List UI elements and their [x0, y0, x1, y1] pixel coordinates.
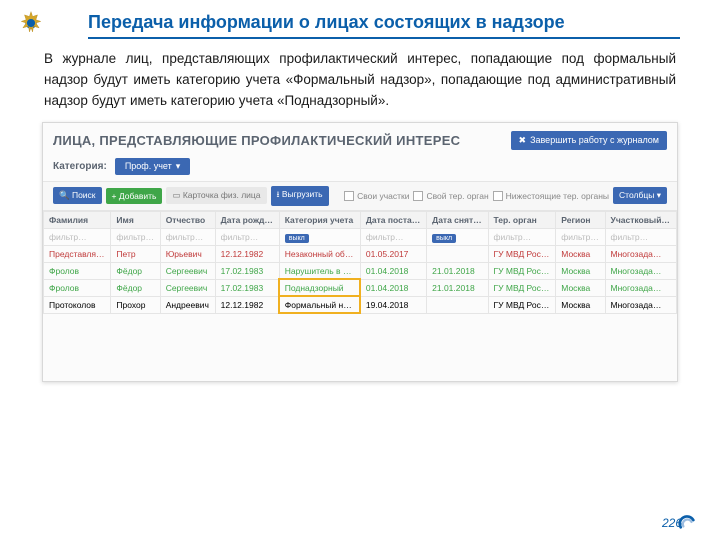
table-cell: 12.12.1982 [215, 245, 279, 262]
table-cell: Многозада… [605, 262, 676, 279]
data-table: ФамилияИмяОтчествоДата рожд…Категория уч… [43, 211, 677, 314]
table-row[interactable]: Представля…ПетрЮрьевич12.12.1982Незаконн… [44, 245, 677, 262]
filter-cell[interactable]: фильтр… [111, 228, 160, 245]
table-cell: 01.04.2018 [360, 279, 426, 296]
close-icon: ✖ [519, 135, 527, 146]
table-cell: Фролов [44, 279, 111, 296]
chevron-down-icon: ▾ [657, 190, 661, 200]
search-button[interactable]: 🔍 Поиск [53, 187, 102, 204]
slide-paragraph: В журнале лиц, представляющих профилакти… [44, 49, 676, 112]
filter-toggle[interactable]: выкл [285, 234, 309, 243]
filter-cell[interactable]: фильтр… [556, 228, 605, 245]
table-cell: 01.04.2018 [360, 262, 426, 279]
table-header-cell[interactable]: Имя [111, 211, 160, 228]
download-icon: ⭳ [277, 189, 280, 199]
table-cell: Прохор [111, 296, 160, 313]
own-areas-checkbox[interactable]: Свои участки [344, 191, 409, 201]
filter-cell[interactable]: фильтр… [360, 228, 426, 245]
table-cell: Москва [556, 262, 605, 279]
filter-cell[interactable]: фильтр… [215, 228, 279, 245]
filter-toggle[interactable]: выкл [432, 234, 456, 243]
card-button[interactable]: ▭ Карточка физ. лица [166, 187, 266, 204]
table-header-cell[interactable]: Регион [556, 211, 605, 228]
table-cell: Андреевич [160, 296, 215, 313]
table-row[interactable]: ФроловФёдорСергеевич17.02.1983Нарушитель… [44, 262, 677, 279]
filter-cell[interactable]: выкл [279, 228, 360, 245]
table-cell: ГУ МВД Рос… [488, 279, 556, 296]
card-icon: ▭ [172, 190, 180, 200]
table-header-row: ФамилияИмяОтчествоДата рожд…Категория уч… [44, 211, 677, 228]
table-cell: Многозада… [605, 296, 676, 313]
table-cell: 17.02.1983 [215, 279, 279, 296]
table-cell: 12.12.1982 [215, 296, 279, 313]
filter-cell[interactable]: фильтр… [44, 228, 111, 245]
table-cell: Фёдор [111, 279, 160, 296]
table-cell [427, 245, 488, 262]
table-header-cell[interactable]: Дата поста… [360, 211, 426, 228]
table-cell: 21.01.2018 [427, 262, 488, 279]
table-cell: Сергеевич [160, 262, 215, 279]
table-header-cell[interactable]: Дата рожд… [215, 211, 279, 228]
table-cell: 21.01.2018 [427, 279, 488, 296]
sub-orgs-checkbox[interactable]: Нижестоящие тер. органы [493, 191, 609, 201]
table-cell: ГУ МВД Рос… [488, 296, 556, 313]
close-journal-label: Завершить работу с журналом [530, 135, 659, 145]
own-org-checkbox[interactable]: Свой тер. орган [413, 191, 488, 201]
columns-button[interactable]: Столбцы ▾ [613, 187, 667, 204]
table-cell: Нарушитель в сфере семейно-бытовых отн… [279, 262, 360, 279]
table-cell: Фёдор [111, 262, 160, 279]
table-cell: Поднадзорный [279, 279, 360, 296]
category-label: Категория: [53, 161, 107, 172]
table-cell: Сергеевич [160, 279, 215, 296]
slide-title: Передача информации о лицах состоящих в … [88, 12, 680, 39]
table-header-cell[interactable]: Фамилия [44, 211, 111, 228]
table-cell: Многозада… [605, 245, 676, 262]
chevron-down-icon: ▾ [176, 161, 181, 172]
filter-cell[interactable]: фильтр… [488, 228, 556, 245]
table-header-cell[interactable]: Дата снят… [427, 211, 488, 228]
table-header-cell[interactable]: Категория учета [279, 211, 360, 228]
table-cell: Петр [111, 245, 160, 262]
page-number: 226 [662, 516, 682, 530]
table-cell: 19.04.2018 [360, 296, 426, 313]
table-row[interactable]: ПротоколовПрохорАндреевич12.12.1982Форма… [44, 296, 677, 313]
table-cell: Многозада… [605, 279, 676, 296]
table-header-cell[interactable]: Отчество [160, 211, 215, 228]
export-button[interactable]: ⭳ Выгрузить [271, 186, 329, 206]
table-cell: Представля… [44, 245, 111, 262]
table-cell: Юрьевич [160, 245, 215, 262]
app-window: ЛИЦА, ПРЕДСТАВЛЯЮЩИЕ ПРОФИЛАКТИЧЕСКИЙ ИН… [42, 122, 678, 382]
table-cell: Москва [556, 296, 605, 313]
table-header-cell[interactable]: Участковый… [605, 211, 676, 228]
add-button[interactable]: + Добавить [106, 188, 163, 204]
category-value: Проф. учет [125, 161, 172, 171]
table-cell: Москва [556, 245, 605, 262]
table-row[interactable]: ФроловФёдорСергеевич17.02.1983Поднадзорн… [44, 279, 677, 296]
filter-cell[interactable]: фильтр… [160, 228, 215, 245]
table-cell: Незаконный оборот и потребление наркотик… [279, 245, 360, 262]
table-cell: 01.05.2017 [360, 245, 426, 262]
table-cell: ГУ МВД Рос… [488, 262, 556, 279]
emblem-icon [18, 10, 44, 36]
plus-icon: + [112, 191, 117, 201]
search-icon: 🔍 [59, 190, 70, 200]
table-cell: Протоколов [44, 296, 111, 313]
table-header-cell[interactable]: Тер. орган [488, 211, 556, 228]
table-cell: 17.02.1983 [215, 262, 279, 279]
table-cell: Москва [556, 279, 605, 296]
filter-cell[interactable]: фильтр… [605, 228, 676, 245]
table-cell: Формальный надзор [279, 296, 360, 313]
category-dropdown[interactable]: Проф. учет ▾ [115, 158, 190, 175]
close-journal-button[interactable]: ✖ Завершить работу с журналом [511, 131, 667, 150]
app-window-title: ЛИЦА, ПРЕДСТАВЛЯЮЩИЕ ПРОФИЛАКТИЧЕСКИЙ ИН… [53, 133, 460, 148]
table-cell: ГУ МВД Рос… [488, 245, 556, 262]
filter-cell[interactable]: выкл [427, 228, 488, 245]
table-cell [427, 296, 488, 313]
filter-row: фильтр…фильтр…фильтр…фильтр…выклфильтр…в… [44, 228, 677, 245]
table-cell: Фролов [44, 262, 111, 279]
